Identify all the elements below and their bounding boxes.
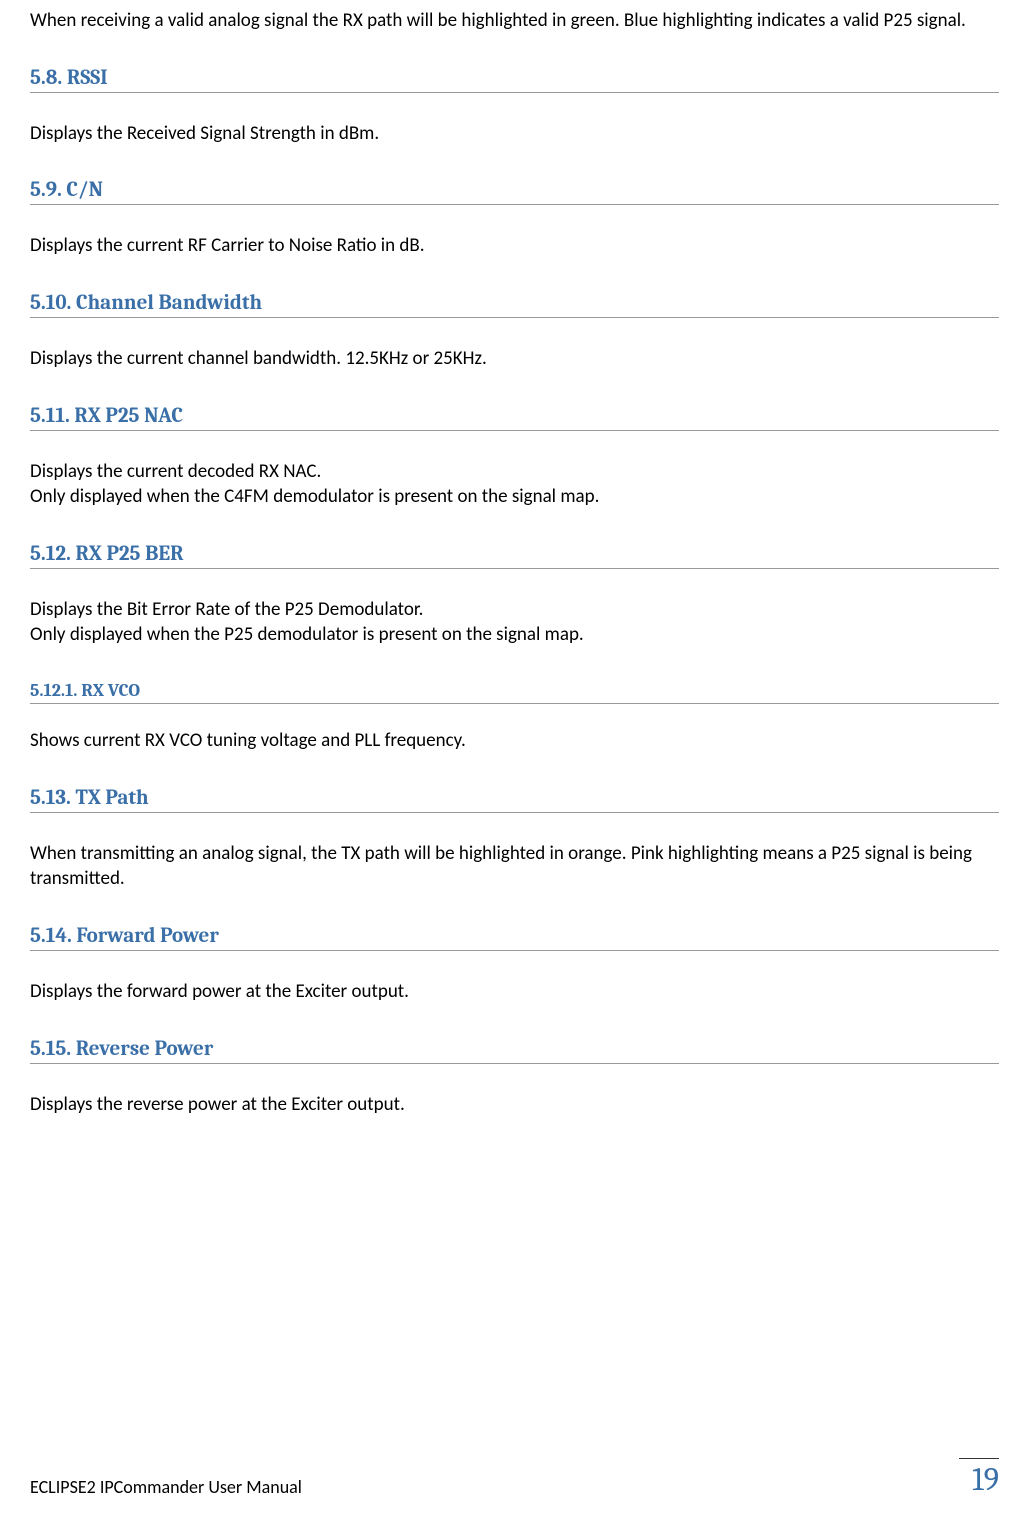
page-footer: ECLIPSE2 IPCommander User Manual 19 (30, 1458, 999, 1498)
intro-paragraph: When receiving a valid analog signal the… (30, 8, 999, 34)
body-channel-bandwidth: Displays the current channel bandwidth. … (30, 346, 999, 372)
heading-rx-p25-nac: 5.11. RX P25 NAC (30, 404, 999, 431)
body-rssi: Displays the Received Signal Strength in… (30, 121, 999, 147)
footer-title: ECLIPSE2 IPCommander User Manual (30, 1476, 302, 1498)
body-tx-path: When transmitting an analog signal, the … (30, 841, 999, 892)
body-reverse-power: Displays the reverse power at the Excite… (30, 1092, 999, 1118)
body-forward-power: Displays the forward power at the Excite… (30, 979, 999, 1005)
body-rx-p25-nac: Displays the current decoded RX NAC. Onl… (30, 459, 999, 510)
body-rx-vco: Shows current RX VCO tuning voltage and … (30, 728, 999, 754)
heading-cn: 5.9. C/N (30, 178, 999, 205)
document-content: When receiving a valid analog signal the… (30, 0, 999, 1117)
body-rx-p25-ber: Displays the Bit Error Rate of the P25 D… (30, 597, 999, 648)
body-cn: Displays the current RF Carrier to Noise… (30, 233, 999, 259)
heading-rx-p25-ber: 5.12. RX P25 BER (30, 542, 999, 569)
heading-rssi: 5.8. RSSI (30, 66, 999, 93)
body-rx-p25-ber-line1: Displays the Bit Error Rate of the P25 D… (30, 597, 999, 623)
heading-reverse-power: 5.15. Reverse Power (30, 1037, 999, 1064)
heading-channel-bandwidth: 5.10. Channel Bandwidth (30, 291, 999, 318)
heading-tx-path: 5.13. TX Path (30, 786, 999, 813)
body-rx-p25-nac-line1: Displays the current decoded RX NAC. (30, 459, 999, 485)
body-rx-p25-nac-line2: Only displayed when the C4FM demodulator… (30, 484, 999, 510)
page-number: 19 (959, 1458, 999, 1498)
heading-rx-vco: 5.12.1. RX VCO (30, 680, 999, 704)
body-rx-p25-ber-line2: Only displayed when the P25 demodulator … (30, 622, 999, 648)
heading-forward-power: 5.14. Forward Power (30, 924, 999, 951)
